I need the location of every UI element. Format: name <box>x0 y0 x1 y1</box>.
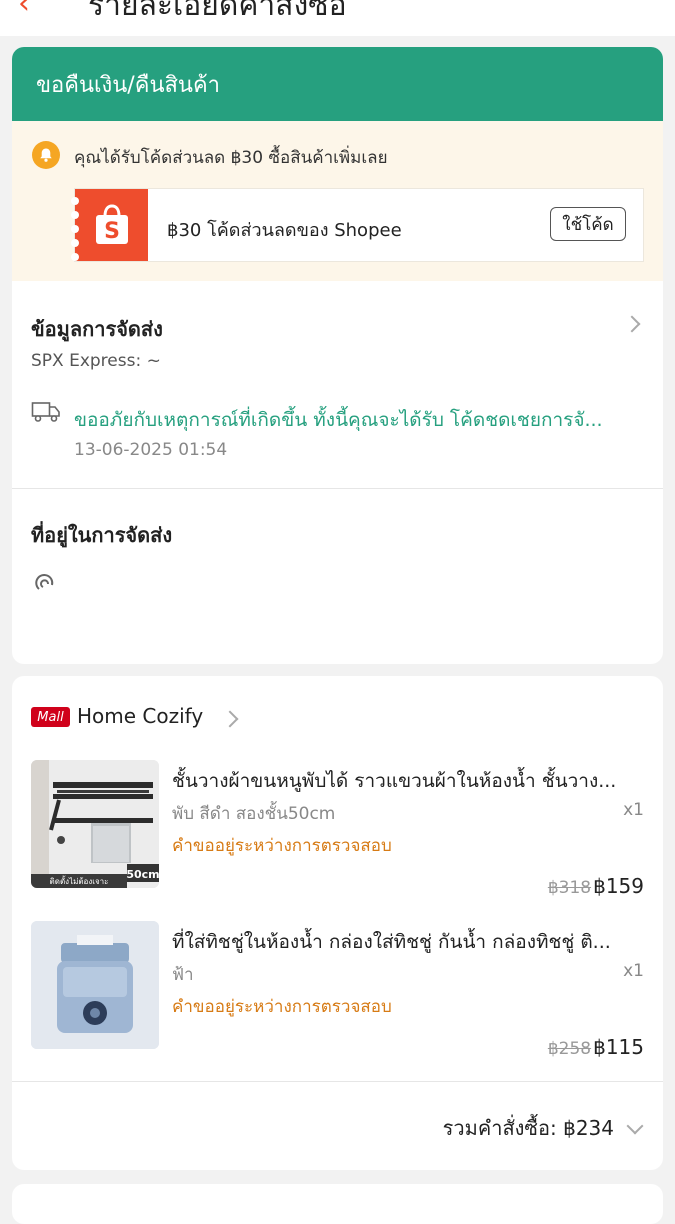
chevron-down-icon[interactable] <box>626 1117 644 1135</box>
divider <box>12 488 663 489</box>
chevron-right-icon[interactable] <box>623 315 641 333</box>
shop-name[interactable]: Home Cozify <box>77 704 203 728</box>
delivery-address-title: ที่อยู่ในการจัดส่ง <box>31 523 173 547</box>
product-final-price: ฿159 <box>593 874 644 898</box>
chevron-right-icon[interactable] <box>221 710 239 728</box>
tracking-message[interactable]: ขออภัยกับเหตุการณ์ที่เกิดขึ้น ทั้งนี้คุณ… <box>74 405 639 435</box>
back-arrow-icon[interactable]: ‹ <box>18 0 30 21</box>
product-variant: พับ สีดำ สองชั้น50cm <box>172 804 336 824</box>
svg-text:S: S <box>104 219 120 244</box>
voucher-section: คุณได้รับโค้ดส่วนลด ฿30 ซื้อสินค้าเพิ่มเ… <box>12 121 663 281</box>
refund-banner[interactable]: ขอคืนเงิน/คืนสินค้า <box>12 47 663 121</box>
product-title[interactable]: ที่ใส่ทิชชู่ในห้องน้ำ กล่องใส่ทิชชู่ กัน… <box>172 927 647 957</box>
next-card <box>12 1184 663 1224</box>
product-variant: ฟ้า <box>172 965 194 985</box>
voucher-message: คุณได้รับโค้ดส่วนลด ฿30 ซื้อสินค้าเพิ่มเ… <box>74 148 388 168</box>
shipping-carrier: SPX Express: ~ <box>31 351 161 371</box>
voucher-card[interactable]: S ฿30 โค้ดส่วนลดของ Shopee ใช้โค้ด <box>71 188 644 262</box>
mall-badge: Mall <box>31 707 70 727</box>
product-quantity: x1 <box>623 961 644 981</box>
bell-icon <box>32 141 60 169</box>
location-pin-icon <box>34 572 56 598</box>
tracking-time: 13-06-2025 01:54 <box>74 440 228 460</box>
product-status: คำขออยู่ระหว่างการตรวจสอบ <box>172 997 392 1017</box>
order-info-card: ขอคืนเงิน/คืนสินค้า คุณได้รับโค้ดส่วนลด … <box>12 47 663 664</box>
truck-icon <box>31 401 61 427</box>
product-price: ฿318 ฿159 <box>548 874 644 898</box>
product-image-caption: ติดตั้งไม่ต้องเจาะ <box>50 875 109 886</box>
product-title[interactable]: ชั้นวางผ้าขนหนูพับได้ ราวแขวนผ้าในห้องน้… <box>172 766 647 796</box>
product-original-price: ฿318 <box>547 878 592 898</box>
order-products-card: Mall Home Cozify 50cm ติดตั้งไม่ต้องเจาะ… <box>12 676 663 1170</box>
shipping-info-title: ข้อมูลการจัดส่ง <box>31 317 163 341</box>
voucher-card-text: ฿30 โค้ดส่วนลดของ Shopee <box>167 220 402 241</box>
page-title: รายละเอียดคำสั่งซื้อ <box>88 0 347 23</box>
refund-banner-label: ขอคืนเงิน/คืนสินค้า <box>36 72 221 98</box>
product-price: ฿258 ฿115 <box>548 1035 644 1059</box>
product-image-tissue-box[interactable] <box>31 921 159 1049</box>
product-quantity: x1 <box>623 800 644 820</box>
shopee-bag-icon: S <box>71 189 148 261</box>
product-final-price: ฿115 <box>593 1035 644 1059</box>
use-voucher-button[interactable]: ใช้โค้ด <box>550 207 626 241</box>
product-image-size-label: 50cm <box>126 868 159 881</box>
order-total-row[interactable]: รวมคำสั่งซื้อ: ฿234 <box>12 1081 663 1170</box>
product-image-towel-rack[interactable]: 50cm ติดตั้งไม่ต้องเจาะ <box>31 760 159 888</box>
product-original-price: ฿258 <box>547 1039 592 1059</box>
top-navigation-bar: ‹ รายละเอียดคำสั่งซื้อ <box>0 0 675 36</box>
order-total: รวมคำสั่งซื้อ: ฿234 <box>442 1116 614 1140</box>
product-status: คำขออยู่ระหว่างการตรวจสอบ <box>172 836 392 856</box>
